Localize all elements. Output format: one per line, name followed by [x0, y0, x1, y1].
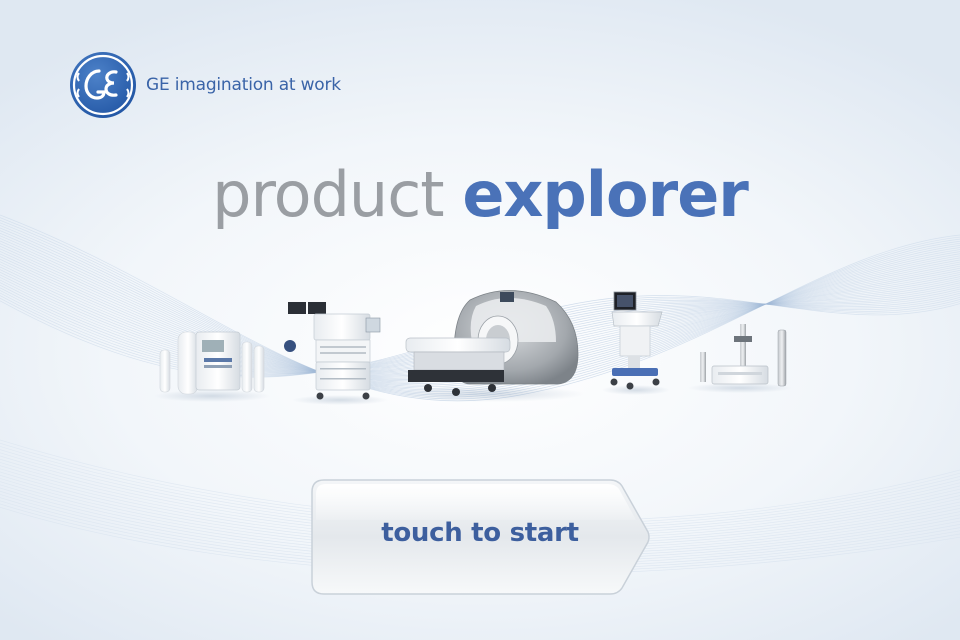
- start-button-label: touch to start: [381, 518, 579, 548]
- product-lineup: [154, 290, 792, 405]
- xray-system-icon: [688, 324, 792, 393]
- ultrasound-cart-icon: [602, 291, 670, 395]
- touch-to-start-button[interactable]: touch to start: [310, 478, 650, 596]
- anesthesia-machine-icon: [284, 302, 388, 405]
- monitoring-device-icon: [154, 331, 270, 402]
- title-explorer: explorer: [462, 158, 748, 231]
- ge-monogram-icon: [70, 52, 136, 118]
- title-product: product: [212, 158, 444, 231]
- brand-header: GE imagination at work: [69, 51, 341, 119]
- page-title: product explorer: [0, 158, 960, 231]
- mri-scanner-icon: [395, 290, 585, 402]
- brand-tagline: GE imagination at work: [146, 75, 341, 95]
